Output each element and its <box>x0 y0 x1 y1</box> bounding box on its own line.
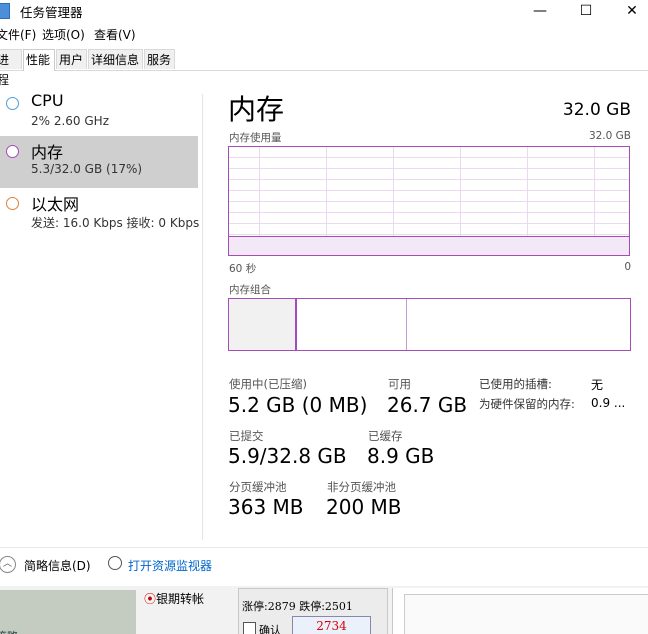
nonpaged-pool-value: 200 MB <box>326 495 402 519</box>
composition-in-use <box>229 299 297 350</box>
committed-label: 已提交 <box>229 429 264 443</box>
slots-value: 无 <box>591 378 604 392</box>
background-left-panel <box>0 590 136 634</box>
tab-details[interactable]: 详细信息 <box>88 49 143 69</box>
fewer-details-button[interactable]: 简略信息(D) <box>24 557 91 574</box>
sidebar-item-ethernet[interactable]: 以太网 发送: 16.0 Kbps 接收: 0 Kbps <box>0 188 200 240</box>
in-use-label: 使用中(已压缩) <box>229 377 307 391</box>
cached-label: 已缓存 <box>368 429 403 443</box>
paged-pool-value: 363 MB <box>228 495 304 519</box>
sidebar-item-cpu[interactable]: CPU 2% 2.60 GHz <box>0 88 198 140</box>
reserved-label: 为硬件保留的内存: <box>479 397 575 411</box>
bank-transfer-radio[interactable]: ⦿银期转帐 <box>144 590 204 607</box>
limit-stats: 涨停:2879 跌停:2501 <box>242 600 353 613</box>
tab-performance[interactable]: 性能 <box>23 49 55 71</box>
menu-options[interactable]: 选项(O) <box>42 26 85 43</box>
sidebar-item-title: 内存 <box>31 143 64 162</box>
composition-modified <box>297 299 407 350</box>
committed-value: 5.9/32.8 GB <box>228 444 347 468</box>
tab-processes[interactable]: 进程 <box>0 49 22 87</box>
close-icon: ✕ <box>626 3 638 19</box>
cpu-indicator-icon <box>6 97 19 110</box>
background-left-text: 策略 <box>0 628 18 634</box>
sidebar-item-subtitle: 发送: 16.0 Kbps 接收: 0 Kbps <box>31 216 200 230</box>
menu-view[interactable]: 查看(V) <box>94 26 136 43</box>
minimize-button[interactable]: — <box>518 0 562 22</box>
app-icon <box>0 3 10 19</box>
memory-usage-fill <box>229 235 629 255</box>
memory-composition-bar <box>228 298 631 351</box>
resource-monitor-icon <box>108 556 122 570</box>
background-window: 策略 ⦿银期转帐 涨停:2879 跌停:2501 确认 2734 <box>0 586 648 634</box>
sidebar-item-title: 以太网 <box>31 195 80 214</box>
sidebar-item-subtitle: 2% 2.60 GHz <box>31 114 110 128</box>
in-use-value: 5.2 GB (0 MB) <box>228 393 368 417</box>
composition-label: 内存组合 <box>229 284 271 296</box>
graph-time-label: 60 秒 <box>229 263 257 275</box>
close-button[interactable]: ✕ <box>610 0 648 22</box>
slots-label: 已使用的插槽: <box>479 377 552 391</box>
bank-transfer-label: 银期转帐 <box>156 592 205 606</box>
page-title: 内存 <box>228 93 285 126</box>
memory-indicator-icon <box>6 145 19 158</box>
reserved-value: 0.9 ... <box>591 396 626 410</box>
available-value: 26.7 GB <box>387 393 468 417</box>
chevron-up-icon[interactable]: ︿ <box>0 556 16 573</box>
memory-usage-graph <box>228 146 630 256</box>
tab-services[interactable]: 服务 <box>144 49 175 69</box>
ethernet-indicator-icon <box>6 197 19 210</box>
maximize-button[interactable]: ☐ <box>564 0 608 22</box>
maximize-icon: ☐ <box>579 3 593 19</box>
background-right-inner <box>404 594 648 634</box>
composition-standby <box>407 299 630 350</box>
price-field[interactable]: 2734 <box>292 616 371 634</box>
confirm-label: 确认 <box>259 624 281 634</box>
minimize-icon: — <box>533 3 547 19</box>
footer-divider <box>0 547 648 548</box>
menu-bar: 文件(F) 选项(O) 查看(V) <box>0 24 648 44</box>
panel-divider <box>202 94 203 540</box>
tab-users[interactable]: 用户 <box>56 49 87 69</box>
sidebar-item-memory[interactable]: 内存 5.3/32.0 GB (17%) <box>0 136 198 188</box>
open-resource-monitor-link[interactable]: 打开资源监视器 <box>128 557 212 574</box>
total-memory: 32.0 GB <box>562 100 631 120</box>
window-title: 任务管理器 <box>20 5 83 20</box>
graph-label: 内存使用量 <box>229 132 282 144</box>
nonpaged-pool-label: 非分页缓冲池 <box>327 480 396 494</box>
cached-value: 8.9 GB <box>367 444 435 468</box>
graph-min-label: 0 <box>624 261 631 273</box>
tab-bar: 进程 性能 用户 详细信息 服务 <box>0 48 648 87</box>
sidebar-item-title: CPU <box>31 91 64 110</box>
title-bar: 任务管理器 — ☐ ✕ <box>0 0 648 22</box>
available-label: 可用 <box>388 377 411 391</box>
menu-file[interactable]: 文件(F) <box>0 26 36 43</box>
sidebar-item-subtitle: 5.3/32.0 GB (17%) <box>31 162 143 176</box>
paged-pool-label: 分页缓冲池 <box>229 480 287 494</box>
radio-icon: ⦿ <box>144 592 157 606</box>
confirm-checkbox[interactable] <box>243 622 256 634</box>
graph-max-label: 32.0 GB <box>588 130 631 142</box>
